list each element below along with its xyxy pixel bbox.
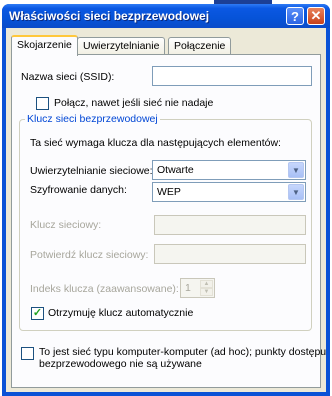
network-key-group: Klucz sieci bezprzewodowej Ta sieć wymag…	[19, 113, 312, 331]
encryption-select[interactable]: WEP ▼	[152, 182, 306, 202]
chevron-down-icon[interactable]: ▼	[288, 162, 304, 178]
auth-select-value: Otwarte	[157, 164, 194, 176]
adhoc-checkbox-label-line2: bezprzewodowego nie są używane	[39, 358, 202, 370]
confirm-key-input[interactable]	[154, 244, 306, 264]
key-index-value: 1	[185, 282, 191, 294]
dialog-client-area: Skojarzenie Uwierzytelnianie Połączenie …	[6, 28, 326, 392]
auth-select[interactable]: Otwarte ▼	[152, 160, 306, 180]
help-button[interactable]: ?	[286, 7, 304, 25]
help-icon: ?	[291, 8, 299, 24]
spinner-buttons[interactable]: ▲ ▼	[200, 280, 213, 296]
ssid-label: Nazwa sieci (SSID):	[21, 71, 115, 83]
window-title: Właściwości sieci bezprzewodowej	[9, 9, 210, 23]
spin-down-icon[interactable]: ▼	[200, 288, 213, 296]
tab-authentication[interactable]: Uwierzytelnianie	[77, 37, 166, 55]
close-icon: ✕	[310, 8, 322, 23]
auto-key-checkbox-label: Otrzymuję klucz automatycznie	[48, 307, 194, 319]
tab-association[interactable]: Skojarzenie	[11, 35, 78, 56]
checkmark-icon: ✓	[32, 307, 43, 319]
dialog-window: Właściwości sieci bezprzewodowej ? ✕ Sko…	[2, 4, 330, 396]
broadcast-checkbox-label: Połącz, nawet jeśli sieć nie nadaje	[54, 97, 214, 109]
key-index-spinner[interactable]: 1 ▲ ▼	[180, 278, 215, 298]
title-bar[interactable]: Właściwości sieci bezprzewodowej ? ✕	[2, 4, 330, 28]
tab-connection[interactable]: Połączenie	[168, 37, 232, 55]
chevron-down-icon[interactable]: ▼	[288, 184, 304, 200]
spin-up-icon[interactable]: ▲	[200, 280, 213, 288]
key-requirement-text: Ta sieć wymaga klucza dla następujących …	[30, 137, 281, 149]
key-index-label: Indeks klucza (zaawansowane):	[30, 283, 179, 295]
tab-panel-association: Nazwa sieci (SSID): Połącz, nawet jeśli …	[11, 54, 326, 388]
confirm-key-label: Potwierdź klucz sieciowy:	[30, 249, 149, 261]
auto-key-checkbox[interactable]: ✓	[31, 307, 44, 320]
encryption-select-value: WEP	[157, 186, 181, 198]
close-button[interactable]: ✕	[307, 7, 325, 25]
auth-label: Uwierzytelnianie sieciowe:	[30, 165, 153, 177]
encryption-label: Szyfrowanie danych:	[30, 184, 127, 196]
ssid-input[interactable]	[152, 66, 312, 86]
adhoc-checkbox[interactable]	[21, 347, 34, 360]
broadcast-checkbox[interactable]	[36, 97, 49, 110]
network-key-input[interactable]	[154, 215, 306, 235]
adhoc-checkbox-label-line1: To jest sieć typu komputer-komputer (ad …	[39, 346, 327, 358]
network-key-label: Klucz sieciowy:	[30, 219, 102, 231]
network-key-group-title: Klucz sieci bezprzewodowej	[25, 113, 160, 125]
